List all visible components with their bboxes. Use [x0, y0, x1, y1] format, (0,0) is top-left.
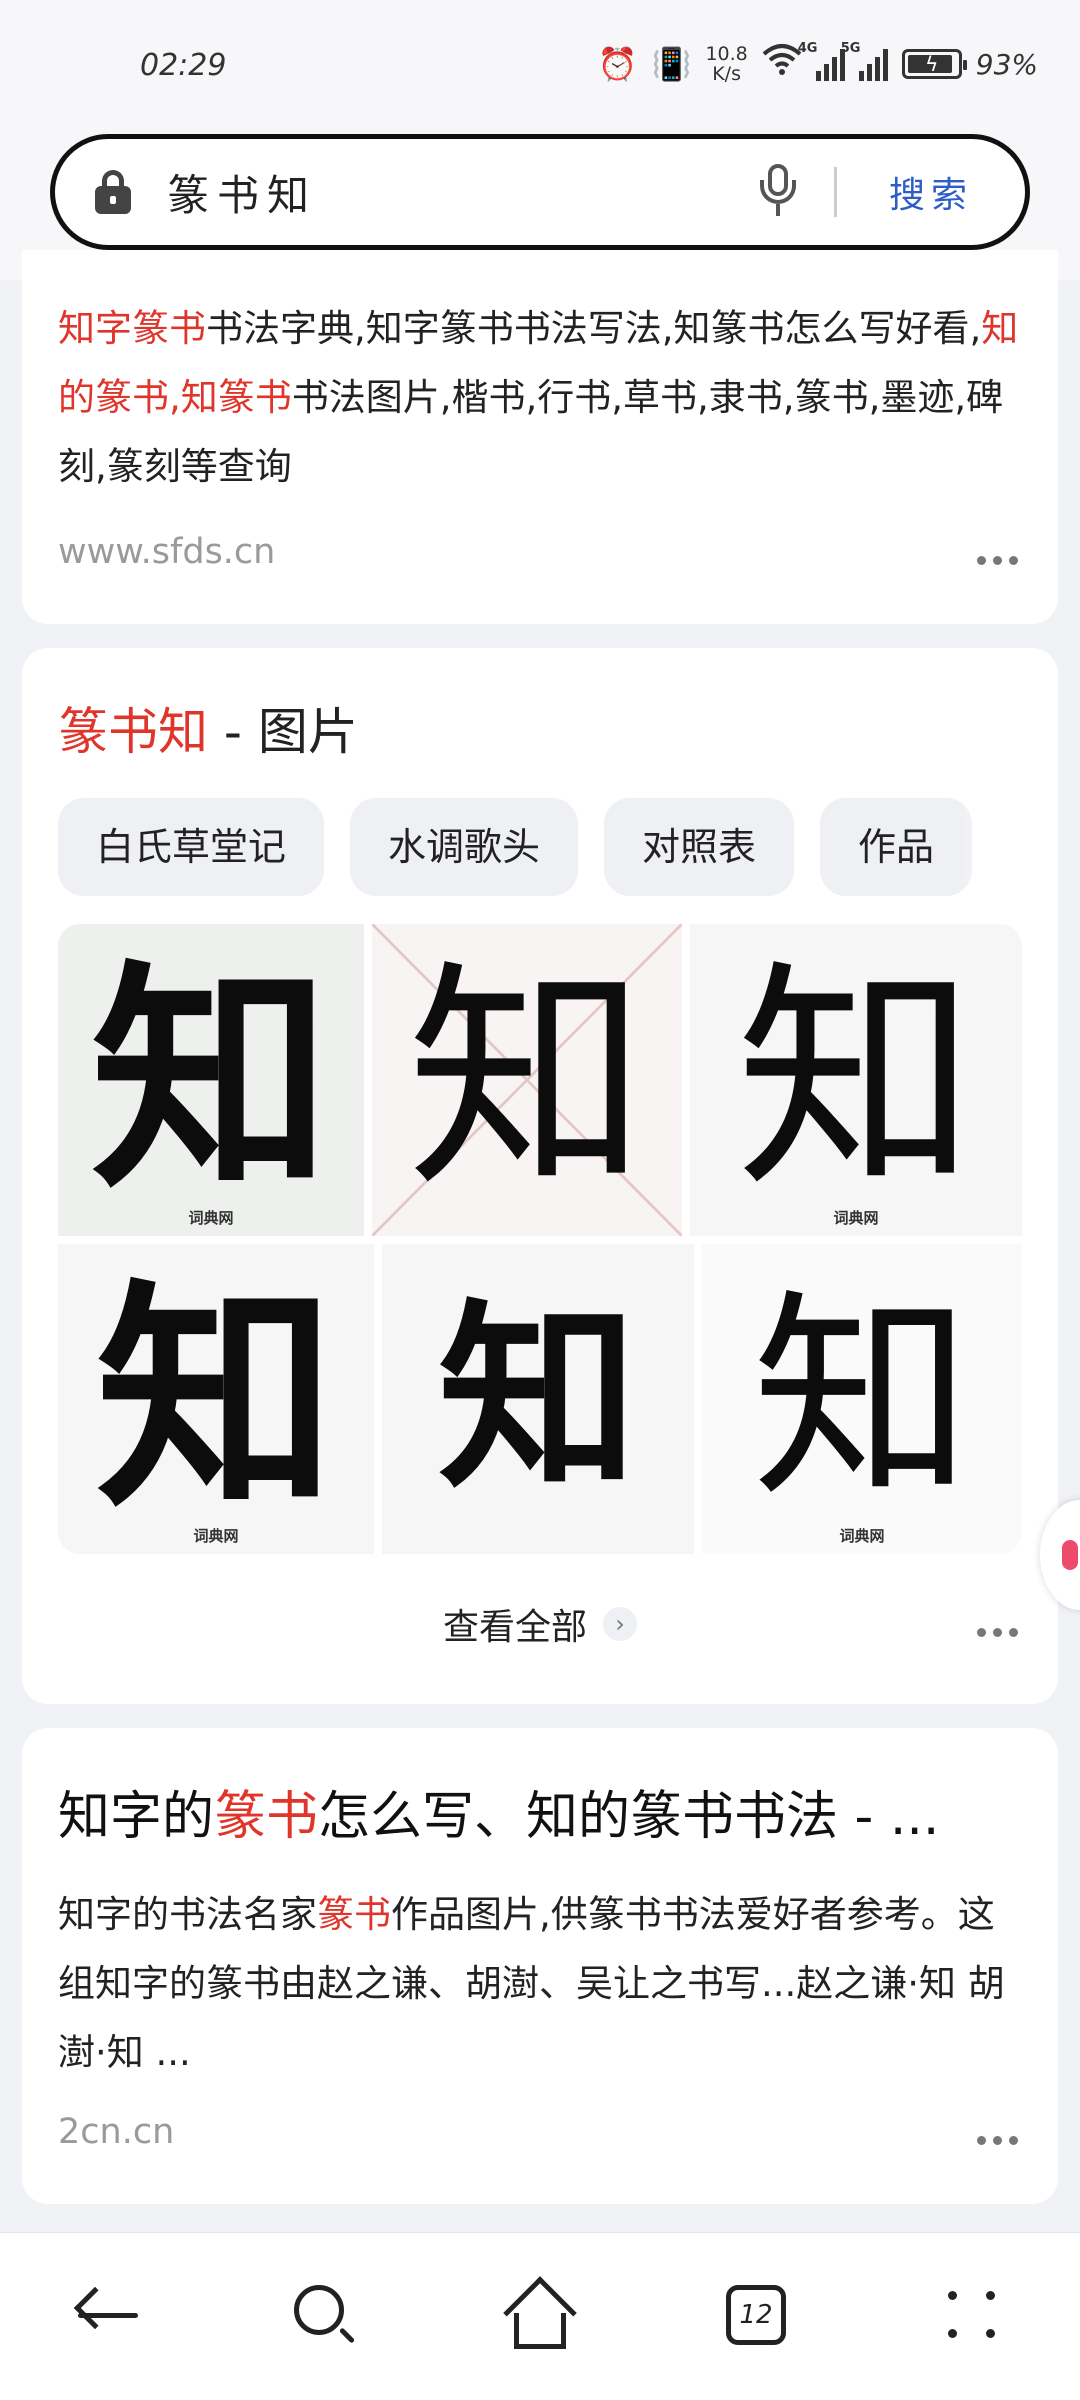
microphone-icon[interactable] — [758, 164, 798, 220]
status-bar: 02:29 ⏰ 📳 10.8 K/s 4G 5G ϟ 93% — [0, 0, 1080, 130]
view-all-link[interactable]: 查看全部 › — [22, 1598, 1058, 1650]
search-button[interactable]: 搜索 — [889, 166, 973, 218]
image-thumbnail[interactable]: 知 — [372, 924, 682, 1236]
vibrate-icon: 📳 — [651, 45, 692, 83]
network-speed: 10.8 K/s — [705, 44, 747, 84]
result-title-highlight: 篆书 — [214, 1787, 319, 1847]
signal-4g-label: 4G — [797, 41, 818, 56]
snippet-text: 知字的书法名家 — [58, 1893, 317, 1936]
snippet-highlight: 知字篆书 — [58, 307, 206, 350]
bottom-navigation: 12 — [0, 2232, 1080, 2400]
zhi-glyph: 知 — [90, 939, 331, 1221]
watermark: 词典网 — [193, 1527, 239, 1545]
zhi-glyph: 知 — [95, 1258, 336, 1540]
battery-icon: ϟ — [901, 49, 967, 79]
more-options-icon[interactable] — [977, 556, 1018, 565]
menu-dots-icon — [948, 2291, 996, 2339]
image-thumbnail[interactable]: 知 — [382, 1244, 694, 1554]
zhi-glyph: 知 — [437, 1281, 638, 1516]
result-url[interactable]: 2cn.cn — [58, 2112, 174, 2152]
network-speed-unit: K/s — [712, 63, 741, 85]
image-thumbnail[interactable]: 知 词典网 — [690, 924, 1022, 1236]
search-result-card[interactable]: 知字篆书书法字典,知字篆书书法写法,知篆书怎么写好看,知的篆书,知篆书书法图片,… — [22, 250, 1058, 624]
search-nav-button[interactable] — [288, 2279, 360, 2351]
image-thumbnail[interactable]: 知 词典网 — [702, 1244, 1022, 1554]
charging-icon: ϟ — [925, 52, 939, 76]
tabs-button[interactable]: 12 — [720, 2279, 792, 2351]
zhi-glyph: 知 — [751, 1271, 972, 1527]
search-box[interactable]: 篆书知 搜索 — [50, 134, 1030, 250]
snippet-text: 书法字典,知字篆书书法写法,知篆书怎么写好看, — [206, 307, 982, 350]
chip-baishi-caotangji[interactable]: 白氏草堂记 — [58, 798, 325, 896]
result-title[interactable]: 知字的篆书怎么写、知的篆书书法 - ... — [58, 1774, 1022, 1849]
watermark: 词典网 — [839, 1527, 885, 1545]
result-snippet: 知字篆书书法字典,知字篆书书法写法,知篆书怎么写好看,知的篆书,知篆书书法图片,… — [58, 294, 1022, 501]
image-thumbnail[interactable]: 知 词典网 — [58, 1244, 374, 1554]
image-title-highlight: 篆书知 — [58, 703, 208, 761]
image-block-title[interactable]: 篆书知 - 图片 — [58, 692, 358, 764]
clock: 02:29 — [140, 48, 227, 83]
search-input[interactable]: 篆书知 — [167, 162, 758, 223]
more-options-icon[interactable] — [977, 2136, 1018, 2145]
image-filter-chips: 白氏草堂记 水调歌头 对照表 作品 — [58, 798, 1038, 898]
image-title-rest: - 图片 — [208, 703, 358, 761]
chip-shuidiao-getou[interactable]: 水调歌头 — [350, 798, 579, 896]
chevron-right-icon: › — [603, 1607, 637, 1641]
result-url[interactable]: www.sfds.cn — [58, 532, 275, 572]
snippet-highlight: 篆书 — [317, 1893, 391, 1936]
zhi-glyph: 知 — [406, 940, 647, 1220]
result-snippet: 知字的书法名家篆书作品图片,供篆书书法爱好者参考。这组知字的篆书由赵之谦、胡澍、… — [58, 1880, 1022, 2090]
view-all-label: 查看全部 — [442, 1607, 587, 1648]
zhi-glyph: 知 — [735, 940, 976, 1220]
chips-fade — [958, 798, 1038, 898]
back-button[interactable] — [73, 2279, 146, 2351]
home-button[interactable] — [503, 2276, 577, 2351]
status-icons: ⏰ 📳 10.8 K/s 4G 5G ϟ 93% — [597, 41, 1038, 87]
chip-zuopin[interactable]: 作品 — [820, 798, 973, 896]
tab-count: 12 — [726, 2285, 786, 2345]
result-title-text: 怎么写、知的篆书书法 - ... — [318, 1787, 940, 1847]
chip-duizhaobiao[interactable]: 对照表 — [604, 798, 795, 896]
menu-button[interactable] — [936, 2279, 1008, 2351]
signal-5g-icon: 5G — [841, 41, 888, 81]
divider — [833, 167, 837, 217]
signal-5g-label: 5G — [840, 41, 861, 56]
wifi-icon — [762, 42, 802, 87]
network-speed-value: 10.8 — [705, 43, 748, 65]
image-thumbnail[interactable]: 知 词典网 — [58, 924, 364, 1236]
image-results-card: 篆书知 - 图片 白氏草堂记 水调歌头 对照表 作品 知 词典网 知 知 词典网… — [22, 648, 1058, 1704]
lock-icon — [95, 170, 131, 214]
watermark: 词典网 — [833, 1209, 879, 1227]
result-title-text: 知字的 — [58, 1787, 215, 1847]
watermark: 词典网 — [188, 1209, 234, 1227]
battery-percent: 93% — [975, 47, 1038, 81]
search-result-card[interactable]: 知字的篆书怎么写、知的篆书书法 - ... 知字的书法名家篆书作品图片,供篆书书… — [22, 1728, 1058, 2204]
more-options-icon[interactable] — [977, 1628, 1018, 1637]
alarm-icon: ⏰ — [597, 45, 638, 83]
